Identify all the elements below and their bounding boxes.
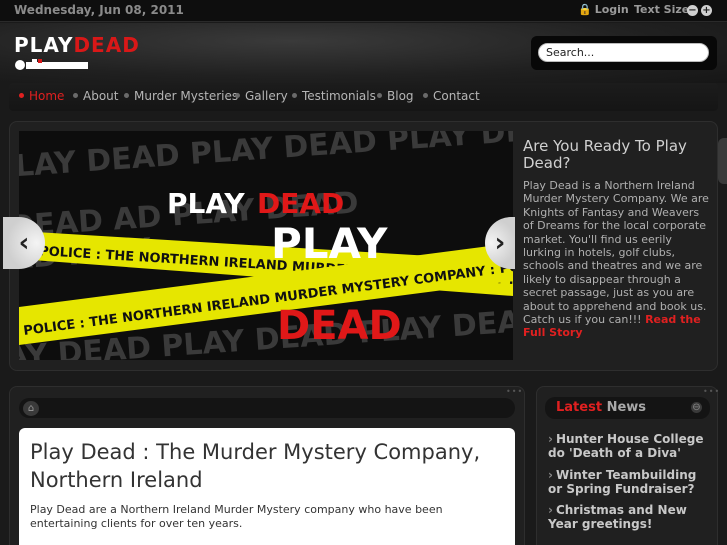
banner-play-text: PLAY <box>167 187 245 220</box>
home-icon[interactable]: ⌂ <box>23 401 39 416</box>
news-item[interactable]: › Christmas and New Year greetings! <box>548 503 713 531</box>
nav-bullet-icon <box>292 93 297 98</box>
chevron-right-icon: › <box>548 432 553 446</box>
hero-slide: PLAY DEAD PLAY DEAD PLAY DEAD AY DEAD AD… <box>19 131 513 360</box>
nav-item-murder-mysteries[interactable]: Murder Mysteries <box>124 89 238 103</box>
search-input[interactable] <box>538 43 709 62</box>
top-bar: Wednesday, Jun 08, 2011 🔒 Login Text Size… <box>0 0 727 22</box>
news-collapse-icon[interactable]: ⊖ <box>691 402 702 413</box>
current-date: Wednesday, Jun 08, 2011 <box>14 3 184 17</box>
gun-icon <box>15 59 88 70</box>
panel-dots-icon: ••• <box>506 387 524 396</box>
banner-dead-text: DEAD <box>257 187 344 220</box>
news-title: Latest News <box>556 400 647 415</box>
nav-bullet-icon <box>73 93 78 98</box>
increase-text-size-button[interactable]: + <box>701 5 712 16</box>
logo-dead-text: DEAD <box>73 33 140 57</box>
logo-play-text: PLAY <box>14 33 74 57</box>
text-size-label: Text Size <box>634 3 690 16</box>
chevron-right-icon: › <box>548 468 553 482</box>
chevron-right-icon: › <box>548 503 553 517</box>
nav-bullet-icon <box>124 93 129 98</box>
hero-text: Are You Ready To Play Dead? Play Dead is… <box>523 138 711 340</box>
article-paragraph: Play Dead are a Northern Ireland Murder … <box>30 503 443 530</box>
decrease-text-size-button[interactable]: − <box>687 5 698 16</box>
site-logo[interactable]: PLAYDEAD <box>14 33 140 70</box>
login-link[interactable]: 🔒 Login <box>578 3 629 16</box>
news-item[interactable]: › Hunter House College do 'Death of a Div… <box>548 432 713 460</box>
article: Play Dead : The Murder Mystery Company, … <box>19 428 515 545</box>
nav-bullet-icon <box>377 93 382 98</box>
news-item[interactable]: › Winter Teambuilding or Spring Fundraise… <box>548 468 713 496</box>
nav-item-contact[interactable]: Contact <box>423 89 480 103</box>
banner-play-large-text: PLAY <box>271 219 388 268</box>
side-tab[interactable] <box>718 138 727 184</box>
nav-item-blog[interactable]: Blog <box>377 89 414 103</box>
nav-item-gallery[interactable]: Gallery <box>235 89 288 103</box>
nav-bullet-icon <box>19 93 24 98</box>
banner-dead-large-text: DEAD <box>277 303 402 349</box>
article-title: Play Dead : The Murder Mystery Company, … <box>30 440 481 492</box>
main-nav: Home About Murder Mysteries Gallery Test… <box>9 83 718 111</box>
breadcrumb <box>19 398 515 418</box>
nav-bullet-icon <box>423 93 428 98</box>
hero-title: Are You Ready To Play Dead? <box>523 137 687 172</box>
nav-bullet-icon <box>235 93 240 98</box>
slide-image: PLAY DEAD PLAY DEAD PLAY DEAD AY DEAD AD… <box>19 131 513 360</box>
hero-body: Play Dead is a Northern Ireland Murder M… <box>523 179 709 340</box>
search-box <box>531 36 717 70</box>
lock-icon: 🔒 <box>578 3 592 16</box>
login-label: Login <box>594 3 629 16</box>
nav-item-about[interactable]: About <box>73 89 118 103</box>
nav-item-home[interactable]: Home <box>19 89 64 103</box>
site-header: PLAYDEAD <box>0 23 727 83</box>
nav-item-testimonials[interactable]: Testimonials <box>292 89 376 103</box>
panel-dots-icon: ••• <box>703 387 721 396</box>
